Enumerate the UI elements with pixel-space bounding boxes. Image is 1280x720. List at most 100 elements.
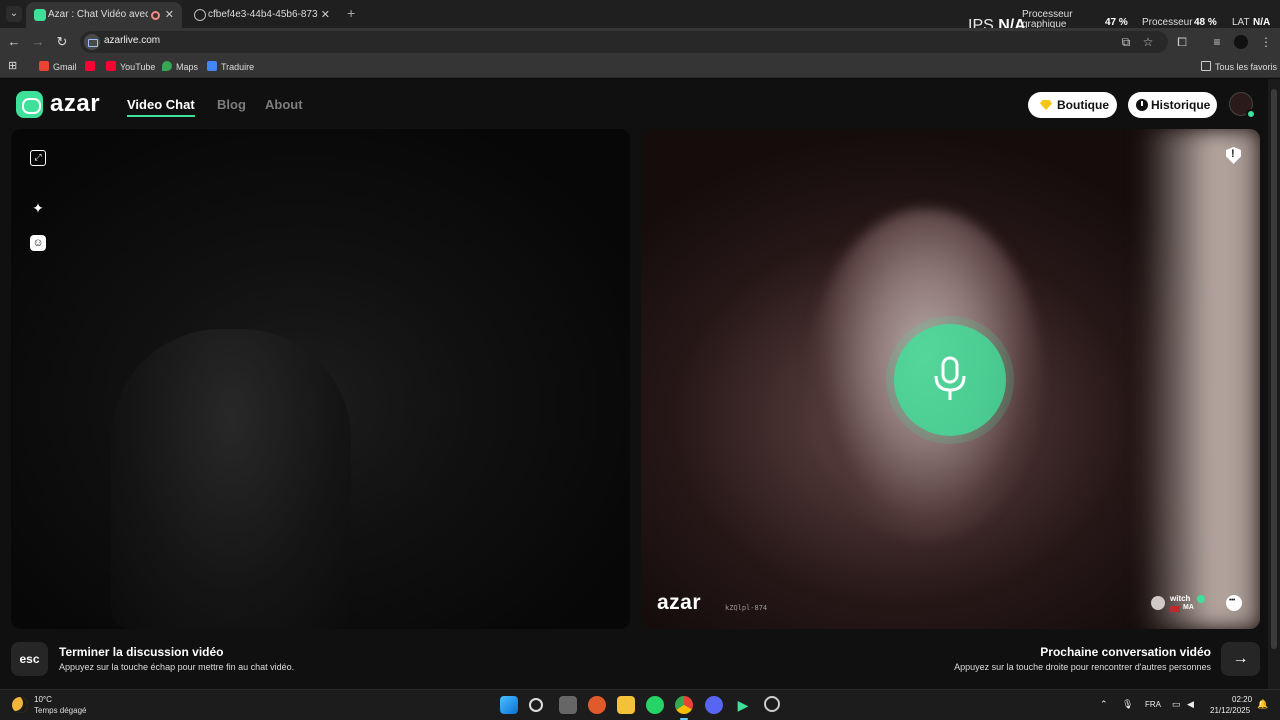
- address-bar[interactable]: azarlive.com: [80, 31, 1168, 53]
- back-icon[interactable]: ←: [6, 34, 22, 50]
- all-bookmarks[interactable]: Tous les favoris: [1201, 60, 1277, 74]
- volume-icon[interactable]: ◀: [1187, 699, 1194, 710]
- maps-pin-icon: [162, 61, 172, 71]
- bookmark-star-icon[interactable]: ☆: [1140, 34, 1156, 50]
- tab-close-icon[interactable]: ✕: [321, 2, 330, 28]
- windows-start-icon[interactable]: [500, 696, 518, 714]
- apps-grid-icon[interactable]: ⊞: [8, 59, 17, 73]
- whatsapp-icon[interactable]: [646, 696, 664, 714]
- local-video: ⤢ ✦ ☺: [11, 129, 630, 629]
- tab-azar[interactable]: Azar : Chat Vidéo avec de n ✕: [26, 2, 182, 28]
- menu-icon[interactable]: ⋮: [1258, 34, 1274, 50]
- bookmark-translate[interactable]: Traduire: [207, 60, 254, 74]
- cpu-stat-label: Processeur: [1142, 17, 1193, 28]
- latency-stat-value: N/A: [1253, 17, 1271, 28]
- cast-icon[interactable]: ⧉: [1118, 34, 1134, 50]
- peer-country: MA: [1183, 604, 1194, 611]
- reload-icon[interactable]: ↻: [54, 34, 70, 50]
- weather-desc[interactable]: Temps dégagé: [34, 706, 86, 715]
- azar-page: azar Video Chat Blog About Boutique Hist…: [0, 79, 1268, 689]
- extensions-icon[interactable]: ⧠: [1174, 34, 1190, 50]
- sparkle-effects-icon[interactable]: ✦: [30, 200, 46, 216]
- chrome-icon[interactable]: [675, 696, 693, 720]
- folder-icon: [1201, 61, 1211, 71]
- verified-badge-icon: [1197, 595, 1205, 603]
- tray-mic-icon[interactable]: 🎙: [1122, 699, 1133, 710]
- app-icon[interactable]: [588, 696, 606, 714]
- weather-temp[interactable]: 10°C: [34, 695, 52, 704]
- chat-bubble-icon[interactable]: [1226, 595, 1242, 611]
- page-scrollbar[interactable]: [1268, 79, 1280, 689]
- browser-tabstrip: ⌄ Azar : Chat Vidéo avec de n ✕ cfbef4e3…: [0, 0, 1280, 34]
- bookmark-youtube[interactable]: YouTube: [106, 60, 155, 74]
- gpu-stat-label: Processeur graphique: [1022, 9, 1073, 30]
- moon-weather-icon[interactable]: [12, 697, 28, 713]
- peer-avatar[interactable]: [1151, 596, 1165, 610]
- network-icon[interactable]: ▭: [1172, 699, 1181, 710]
- gpu-stat-value: 47 %: [1105, 17, 1128, 28]
- clock-icon: [1136, 99, 1148, 111]
- peer-name[interactable]: witch: [1170, 594, 1190, 603]
- self-video-subject: [111, 329, 351, 629]
- bookmark-youtube-icon-only[interactable]: [85, 60, 99, 74]
- new-tab-button[interactable]: +: [347, 5, 355, 21]
- browser-toolbar: ← → ↻ azarlive.com ⧉ ☆ ⧠ ≡ ⋮: [0, 28, 1280, 56]
- nav-video-chat[interactable]: Video Chat: [127, 97, 195, 112]
- end-chat-button[interactable]: esc: [11, 642, 48, 676]
- face-filter-icon[interactable]: ☺: [30, 235, 46, 251]
- profile-avatar[interactable]: [1234, 35, 1248, 49]
- diamond-icon: [1040, 100, 1052, 110]
- end-chat-title: Terminer la discussion vidéo: [59, 645, 224, 659]
- translate-icon: [207, 61, 217, 71]
- notifications-icon[interactable]: 🔔: [1257, 699, 1268, 710]
- azar-logo-text[interactable]: azar: [50, 90, 100, 118]
- media-control-icon[interactable]: ≡: [1209, 34, 1225, 50]
- mic-button[interactable]: [894, 324, 1006, 436]
- latency-stat-label: LAT: [1232, 17, 1250, 28]
- clock-date[interactable]: 21/12/2025: [1210, 706, 1250, 715]
- nav-about[interactable]: About: [265, 97, 303, 112]
- online-status-dot: [1246, 109, 1256, 119]
- url-text: azarlive.com: [104, 35, 161, 46]
- tray-expand-icon[interactable]: ⌃: [1100, 699, 1108, 710]
- clock-time[interactable]: 02:20: [1232, 695, 1252, 704]
- boutique-button[interactable]: Boutique: [1028, 92, 1117, 118]
- next-chat-title: Prochaine conversation vidéo: [1040, 645, 1211, 659]
- next-chat-button[interactable]: →: [1221, 642, 1260, 676]
- historique-button[interactable]: Historique: [1128, 92, 1217, 118]
- active-nav-underline: [127, 115, 195, 117]
- search-icon[interactable]: [529, 698, 543, 712]
- azar-logo-icon[interactable]: [16, 91, 43, 118]
- file-explorer-icon[interactable]: [617, 696, 635, 714]
- tab-title: cfbef4e3-44b4-45b6-8737-cd4: [208, 9, 318, 20]
- task-view-icon[interactable]: [559, 696, 577, 714]
- tab-cfbef[interactable]: cfbef4e3-44b4-45b6-8737-cd4 ✕: [186, 2, 338, 28]
- cpu-stat-value: 48 %: [1194, 17, 1217, 28]
- remote-video: azar kZQlpl-874 witch MA: [641, 129, 1260, 629]
- peer-video-background: [1140, 129, 1260, 629]
- watermark-id: kZQlpl-874: [725, 604, 768, 612]
- azar-watermark: azar: [657, 591, 702, 614]
- microphone-icon: [934, 356, 966, 400]
- expand-icon[interactable]: ⤢: [30, 150, 46, 166]
- bookmark-maps[interactable]: Maps: [162, 60, 198, 74]
- globe-icon: [194, 9, 206, 21]
- site-info-icon[interactable]: [84, 34, 100, 50]
- language-indicator[interactable]: FRA: [1145, 700, 1161, 709]
- youtube-icon: [85, 61, 95, 71]
- youtube-icon: [106, 61, 116, 71]
- play-app-icon[interactable]: ▶: [734, 696, 752, 714]
- scrollbar-thumb[interactable]: [1271, 89, 1277, 649]
- tab-search-button[interactable]: ⌄: [6, 6, 22, 22]
- user-avatar[interactable]: [1229, 92, 1256, 119]
- recorder-icon[interactable]: [764, 696, 780, 712]
- bookmark-gmail[interactable]: Gmail: [39, 60, 77, 74]
- end-chat-hint: Appuyez sur la touche échap pour mettre …: [59, 662, 295, 672]
- tab-close-icon[interactable]: ✕: [165, 2, 174, 28]
- forward-icon[interactable]: →: [30, 34, 46, 50]
- gmail-icon: [39, 61, 49, 71]
- discord-icon[interactable]: [705, 696, 723, 714]
- next-chat-hint: Appuyez sur la touche droite pour rencon…: [954, 662, 1211, 672]
- azar-favicon-icon: [34, 9, 46, 21]
- nav-blog[interactable]: Blog: [217, 97, 246, 112]
